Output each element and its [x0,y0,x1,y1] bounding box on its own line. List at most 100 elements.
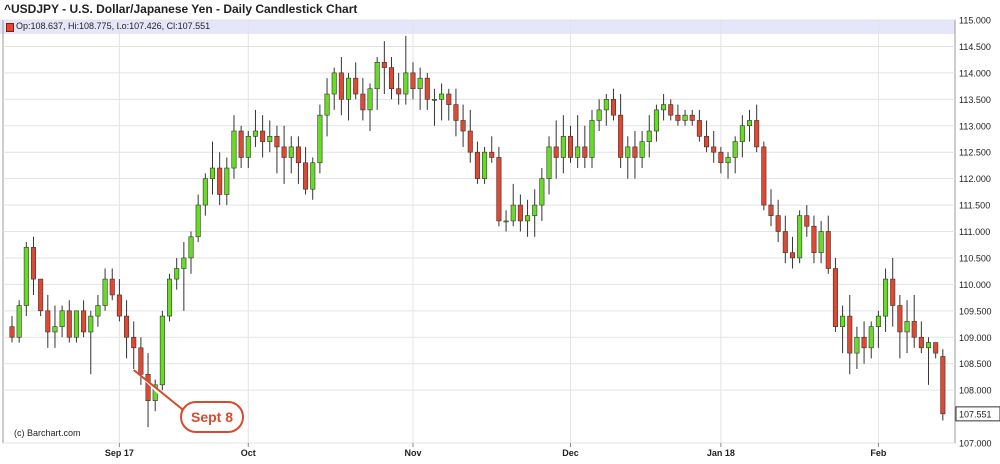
candle-body [768,204,774,216]
candle [88,310,94,375]
candle-body [45,310,51,333]
candle [911,294,917,348]
candle-body [131,336,137,349]
candle-body [467,130,473,153]
candle-body [546,146,552,179]
x-tick-label-2: Nov [404,448,421,458]
candle-body [267,136,273,142]
candle-body [653,109,659,132]
candle-body [603,99,609,111]
candle-body [532,204,538,216]
candle [704,120,710,153]
y-tick-label-11: 109.500 [959,306,992,316]
candle [732,136,738,174]
candle [933,342,939,359]
candle-body [875,315,881,327]
candle [804,205,810,237]
candle-body [661,104,667,111]
y-tick-label-9: 110.500 [959,253,991,263]
candle [818,220,824,264]
candle-body [138,347,144,375]
candle [840,305,846,354]
candle-body [918,336,924,349]
candle [446,88,452,121]
candle [295,136,301,184]
candle [453,88,459,137]
candle [30,236,37,295]
candle-body [424,77,430,100]
candle-body [739,125,745,142]
candle [52,305,58,348]
candle-body [618,114,624,158]
candle-body [725,157,731,164]
candle-body [718,151,724,164]
candle [174,257,180,290]
candle [439,83,445,121]
candle [639,131,645,169]
candle [546,136,552,195]
candle [725,152,731,179]
candle-body [453,104,459,121]
candle-body [668,104,674,116]
candle-body [825,231,831,269]
candle [16,300,22,343]
candle [267,120,273,153]
candle-body [367,88,373,111]
candle-body [295,146,301,164]
candle-body [159,315,165,386]
candle-body [704,136,710,148]
candle [618,94,624,169]
candle [59,305,65,338]
y-tick-label-4: 113.000 [959,121,991,131]
candle-body [238,130,244,158]
candle-body [346,77,352,100]
y-tick-label-5: 112.500 [959,148,991,158]
candle-body [202,178,208,206]
candle-body [353,77,359,95]
candle [374,57,380,110]
candle-body [639,141,645,158]
candle [904,300,910,354]
candle [460,104,466,147]
candle [653,104,659,142]
candle [582,125,588,169]
candle [711,131,717,163]
x-tick-label-0: Sep 17 [105,448,134,458]
candle-body [474,151,480,179]
candle [331,67,337,110]
sept8-annotation: Sept 8 [180,401,244,433]
candle-body [66,310,72,338]
candle [95,294,101,327]
chart: ^USDJPY - U.S. Dollar/Japanese Yen - Dai… [0,0,1000,464]
candle [675,104,681,126]
candle-body [174,268,180,280]
candle-body [925,342,932,349]
candle [696,109,702,142]
candle [124,300,130,359]
candle-body [360,93,366,111]
candle-body [689,114,695,121]
candle [73,310,79,343]
candle [897,294,903,359]
candle-body [124,315,130,338]
candle-body [933,342,939,354]
credit-text: (c) Barchart.com [14,428,81,438]
candle [224,157,230,206]
candle [632,131,638,179]
candle-body [188,236,194,259]
candle-body [489,151,495,158]
candle-body [303,162,309,190]
candle-body [109,278,115,296]
candle-body [374,61,380,90]
candle [668,99,674,121]
candle [682,109,688,126]
candle [102,268,108,311]
candle [109,268,115,301]
candle [768,189,774,227]
candle [489,136,495,163]
candle-body [403,72,409,95]
candle-body [338,72,344,100]
candle-body [217,167,223,195]
candle [482,146,488,184]
annotation-label: Sept 8 [190,409,233,425]
